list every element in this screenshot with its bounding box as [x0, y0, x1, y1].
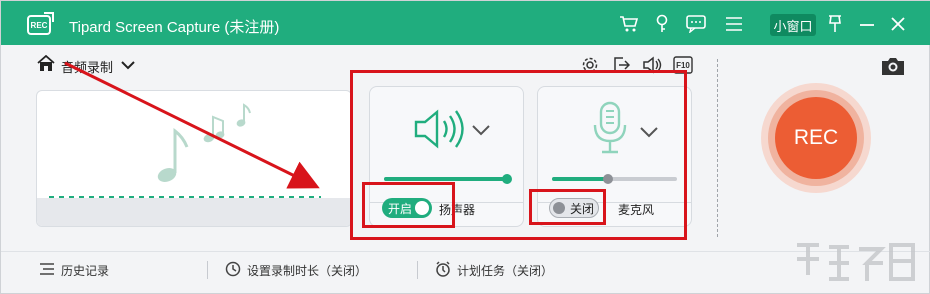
alarm-clock-icon: [435, 260, 451, 280]
menu-icon[interactable]: [723, 14, 745, 34]
history-label: 历史记录: [61, 263, 110, 278]
mini-window-button[interactable]: 小窗口: [770, 14, 816, 36]
mode-label[interactable]: 音频录制: [61, 57, 113, 76]
set-duration-label: 设置录制时长（关闭）: [247, 263, 368, 278]
panel-divider: [717, 59, 718, 237]
audio-preview-panel: [36, 90, 352, 227]
list-icon: [39, 262, 55, 279]
watermark-logo: [797, 243, 915, 281]
bottom-divider: [417, 261, 418, 279]
bottom-divider: [207, 261, 208, 279]
schedule-button[interactable]: 计划任务（关闭）: [435, 260, 553, 280]
rec-button[interactable]: REC: [775, 97, 857, 179]
minimize-icon[interactable]: [856, 14, 878, 34]
music-note-icon: [157, 103, 251, 182]
rec-button-ring[interactable]: REC: [761, 83, 871, 193]
annotation-box-speaker-toggle: [362, 182, 455, 228]
cart-icon[interactable]: [618, 14, 640, 34]
app-title: Tipard Screen Capture (未注册): [69, 19, 280, 36]
preview-footer: [37, 198, 351, 226]
pin-icon[interactable]: [824, 14, 846, 34]
key-icon[interactable]: [651, 14, 673, 34]
schedule-label: 计划任务（关闭）: [457, 263, 554, 278]
breadcrumb[interactable]: 音频录制: [37, 54, 135, 77]
camera-icon[interactable]: [880, 55, 906, 77]
home-icon[interactable]: [37, 54, 55, 77]
close-icon[interactable]: [887, 14, 909, 34]
clock-icon: [225, 261, 241, 280]
app-logo: REC: [27, 12, 54, 35]
rec-button-halo: REC: [768, 90, 864, 186]
chat-icon[interactable]: [685, 14, 707, 34]
app-window: REC Tipard Screen Capture (未注册) 小窗口 音频录制: [0, 0, 930, 294]
title-bar: REC Tipard Screen Capture (未注册) 小窗口: [1, 1, 930, 45]
annotation-box-mic-toggle: [529, 189, 606, 225]
chevron-down-icon[interactable]: [121, 57, 135, 75]
set-duration-button[interactable]: 设置录制时长（关闭）: [225, 260, 367, 280]
history-button[interactable]: 历史记录: [39, 260, 109, 280]
